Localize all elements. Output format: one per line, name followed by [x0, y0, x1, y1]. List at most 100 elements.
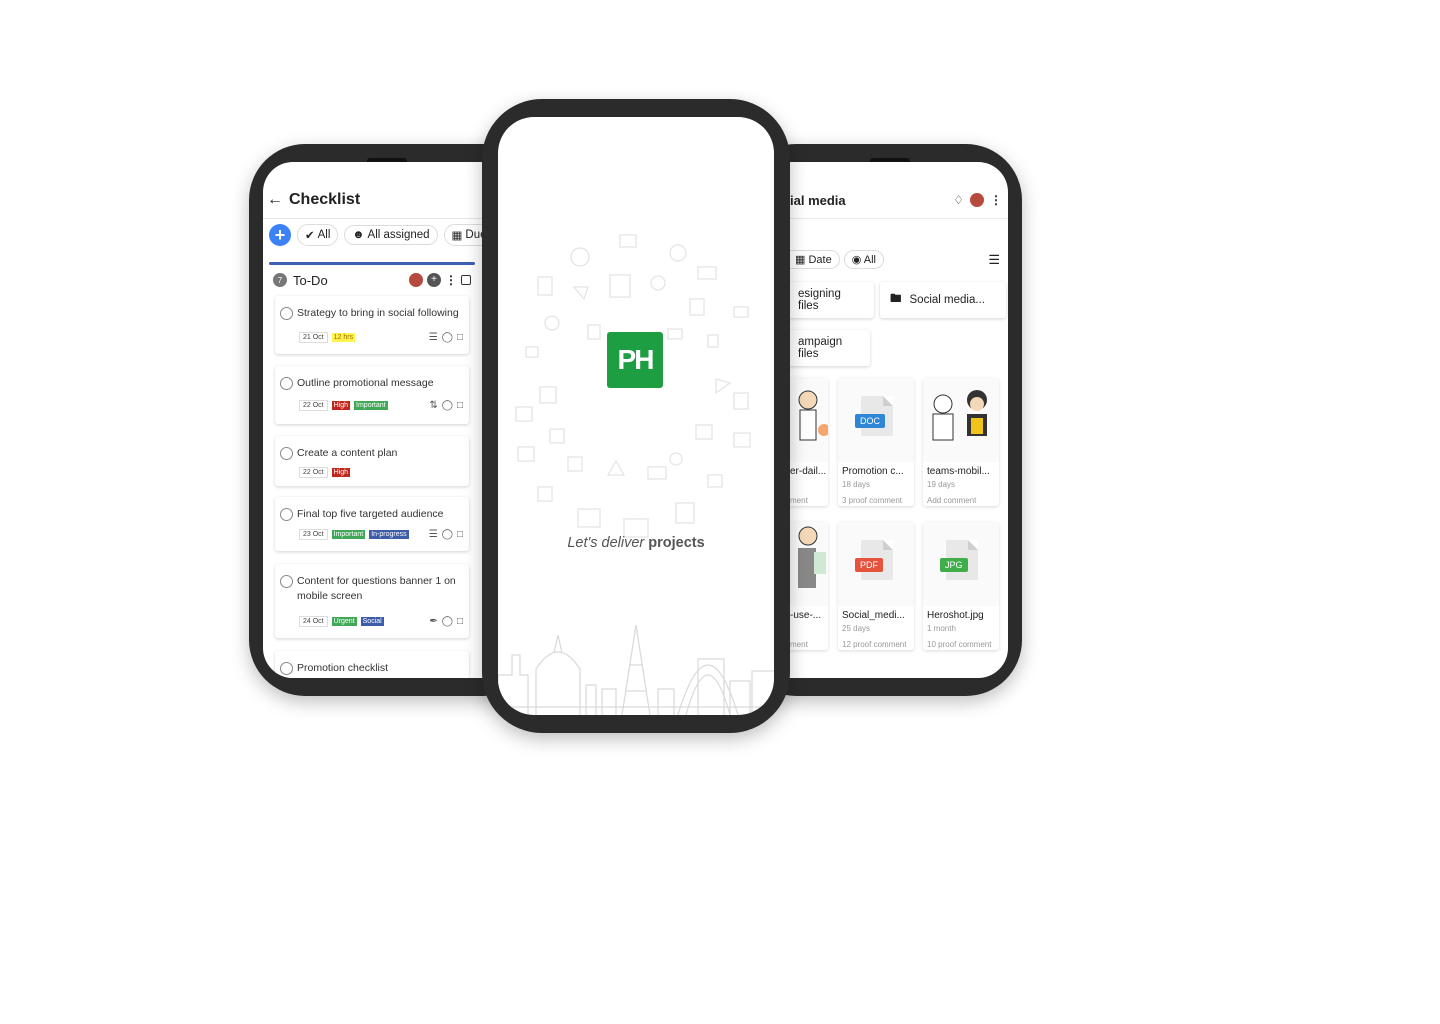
section-divider [269, 262, 475, 265]
task-item[interactable]: Final top five targeted audience 23 Oct … [275, 497, 469, 551]
file-thumbnail: PDF [838, 522, 914, 606]
jpg-file-icon: JPG [940, 540, 978, 580]
task-checkbox[interactable] [280, 662, 293, 675]
task-item[interactable]: Strategy to bring in social following 21… [275, 296, 469, 354]
checkbox-icon[interactable] [461, 275, 471, 285]
task-date: 24 Oct [299, 616, 328, 627]
task-date: 21 Oct [299, 332, 328, 343]
file-age: 18 days [842, 480, 871, 489]
task-checkbox[interactable] [280, 377, 293, 390]
check-circle-icon: ✔ [305, 230, 315, 242]
page-title: Checklist [289, 191, 361, 208]
filter-settings-icon[interactable]: ☰ [988, 252, 1000, 268]
task-tag: High [331, 468, 351, 477]
task-tag: High [331, 401, 351, 410]
file-comments: 12 proof comment [842, 640, 907, 649]
task-tag: In-progress [369, 530, 409, 539]
splash-screen: PH Let's deliver projects [498, 117, 774, 715]
file-card[interactable]: teams-mobil... 19 days Add comment [923, 378, 999, 506]
task-tag: Important [331, 530, 366, 539]
task-item[interactable]: Create a content plan 22 Oct High [275, 436, 469, 486]
avatar [409, 273, 423, 287]
list-icon[interactable]: ☰ [429, 529, 438, 540]
more-options-icon[interactable]: ⋮ [990, 193, 1002, 207]
user-icon[interactable]: ◯ [442, 616, 453, 627]
filter-bar: + ✔ All ☻ All assigned ▦ Due t [269, 224, 501, 246]
attachment-icon[interactable]: ✒ [429, 616, 437, 627]
add-comment-link[interactable]: Add comment [927, 496, 976, 505]
files-screen: ial media ♢ ⋮ ▦ Date ◉ All ☰ esigning fi… [788, 162, 1008, 678]
file-name: teams-mobil... [927, 466, 990, 477]
file-age: 1 month [927, 624, 956, 633]
files-header: ial media ♢ ⋮ [788, 182, 1008, 219]
task-item[interactable]: Outline promotional message 22 Oct High … [275, 366, 469, 424]
task-checkbox[interactable] [280, 508, 293, 521]
task-date: 22 Oct [299, 467, 328, 478]
task-tag: Important [354, 401, 388, 410]
file-comments: ment [790, 496, 808, 505]
more-options-icon[interactable]: ⋮ [445, 273, 457, 287]
file-name: Promotion c... [842, 466, 904, 477]
file-comments: ment [790, 640, 808, 649]
task-checkbox[interactable] [280, 307, 293, 320]
city-skyline-illustration [498, 624, 774, 715]
todo-section-header[interactable]: 7 To-Do + ⋮ [269, 266, 475, 294]
phone-splash: PH Let's deliver projects [482, 99, 790, 733]
count-badge: 7 [273, 273, 287, 287]
folder-item[interactable]: ampaign files [788, 330, 870, 366]
task-tag: Social [360, 617, 384, 626]
filter-chip-assigned[interactable]: ☻ All assigned [344, 225, 438, 245]
file-name: er-dail... [790, 466, 827, 477]
file-age: 19 days [927, 480, 956, 489]
folder-icon: 🖿 [890, 292, 902, 305]
user-icon[interactable]: ◯ [442, 529, 453, 540]
filter-chip-date[interactable]: ▦ Date [788, 250, 840, 269]
doc-file-icon: DOC [855, 396, 893, 436]
folder-item[interactable]: esigning files [788, 282, 874, 318]
task-date: 22 Oct [299, 400, 328, 411]
section-title: To-Do [293, 272, 328, 288]
comment-icon[interactable]: □ [457, 400, 463, 411]
avatar[interactable] [970, 193, 984, 207]
file-thumbnail: DOC [838, 378, 914, 462]
file-card[interactable]: JPG Heroshot.jpg 1 month 10 proof commen… [923, 522, 999, 650]
add-member-icon[interactable]: + [427, 273, 441, 287]
task-name: Content for questions banner 1 on mobile… [297, 575, 456, 602]
file-thumbnail: JPG [923, 522, 999, 606]
file-thumbnail [788, 378, 828, 462]
user-icon[interactable]: ◯ [442, 332, 453, 343]
user-icon[interactable]: ◯ [442, 400, 453, 411]
task-item[interactable]: Promotion checklist [275, 651, 469, 678]
file-card[interactable]: er-dail... ment [788, 378, 828, 506]
back-arrow-icon[interactable]: ← [267, 191, 283, 209]
task-date: 23 Oct [299, 529, 328, 540]
tagline: Let's deliver projects [567, 535, 705, 551]
comment-icon[interactable]: □ [457, 529, 463, 540]
task-checkbox[interactable] [280, 447, 293, 460]
repeat-icon[interactable]: ⇅ [429, 400, 437, 411]
task-tag: 12 hrs [331, 333, 356, 342]
task-item[interactable]: Content for questions banner 1 on mobile… [275, 564, 469, 638]
file-name: Social_medi... [842, 610, 905, 621]
file-card[interactable]: DOC Promotion c... 18 days 3 proof comme… [838, 378, 914, 506]
file-card[interactable]: -use-... ment [788, 522, 828, 650]
bell-icon[interactable]: ♢ [953, 193, 964, 207]
file-card[interactable]: PDF Social_medi... 25 days 12 proof comm… [838, 522, 914, 650]
list-icon[interactable]: ☰ [429, 332, 438, 343]
task-name: Create a content plan [297, 447, 398, 459]
comment-icon[interactable]: □ [457, 332, 463, 343]
file-comments: 10 proof comment [927, 640, 992, 649]
filter-chip-all[interactable]: ◉ All [843, 250, 884, 269]
task-tag: Urgent [331, 617, 357, 626]
comment-icon[interactable]: □ [457, 616, 463, 627]
files-filter-bar: ▦ Date ◉ All ☰ [788, 250, 1008, 269]
task-name: Outline promotional message [297, 377, 434, 389]
calendar-icon: ▦ [451, 230, 463, 242]
task-checkbox[interactable] [280, 575, 293, 588]
add-button[interactable]: + [269, 224, 291, 246]
task-name: Strategy to bring in social following [297, 307, 459, 319]
filter-chip-all[interactable]: ✔ All [297, 224, 339, 246]
file-age: 25 days [842, 624, 871, 633]
file-comments: 3 proof comment [842, 496, 903, 505]
folder-item[interactable]: 🖿 Social media... [880, 282, 1006, 318]
